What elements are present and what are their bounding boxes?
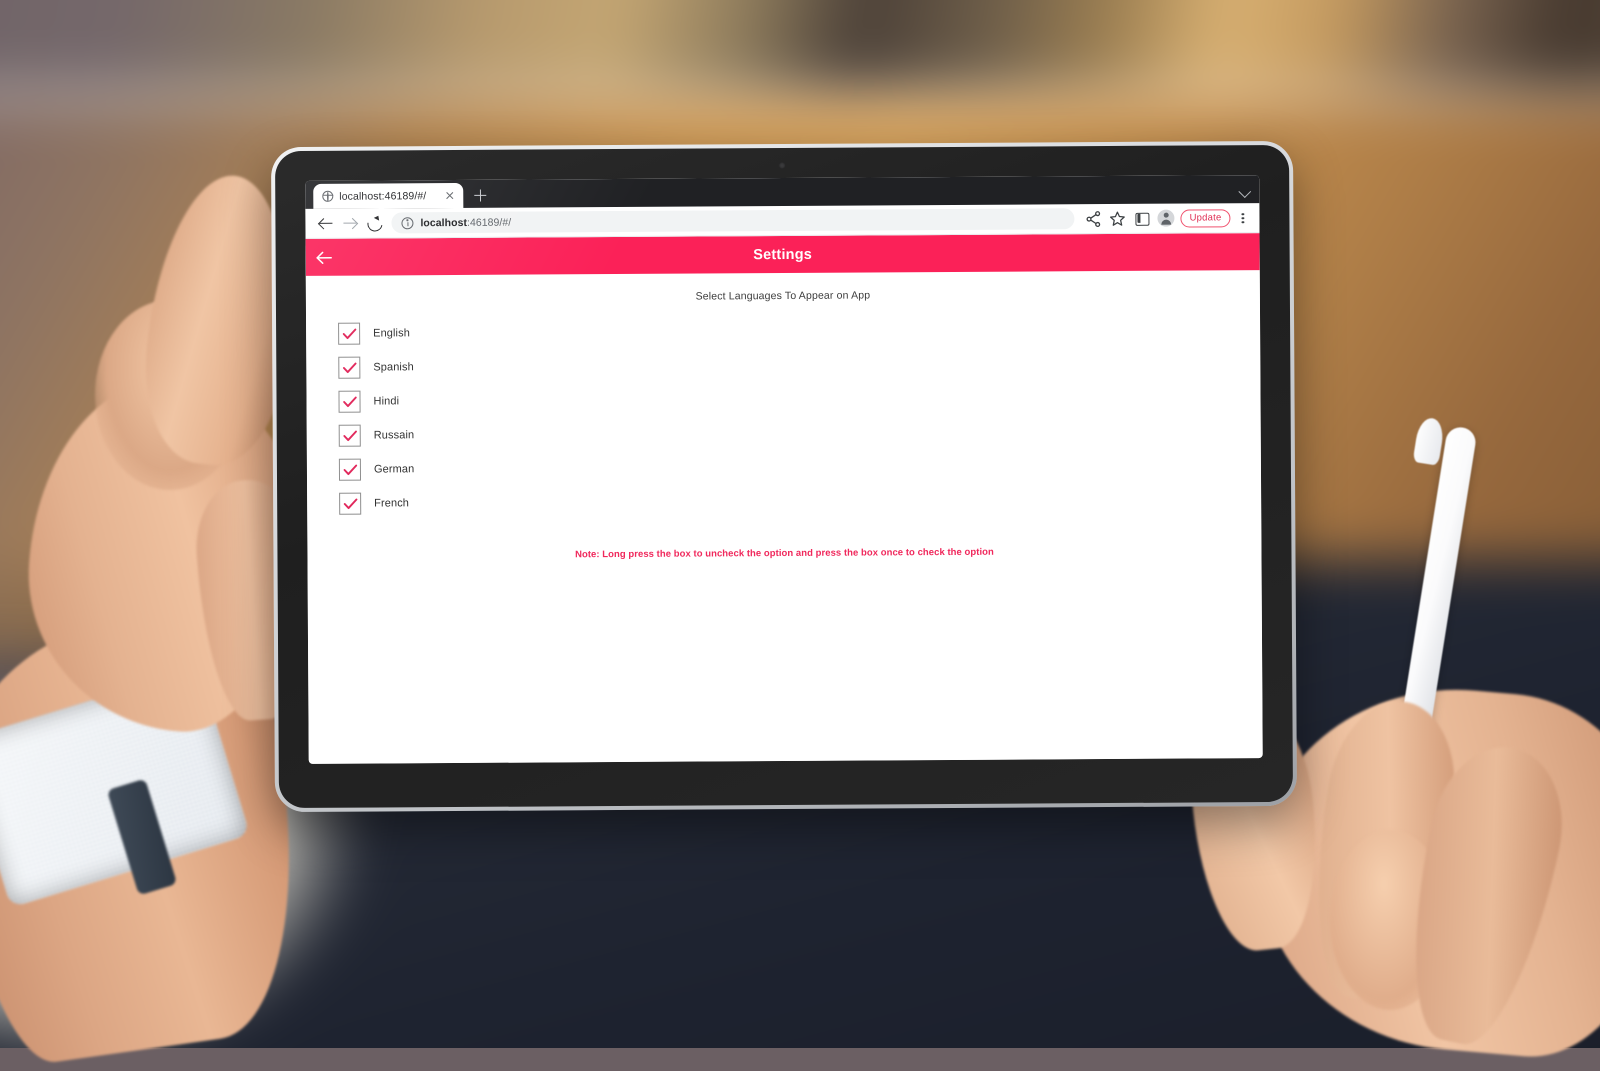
update-button[interactable]: Update — [1181, 209, 1231, 227]
close-icon[interactable] — [443, 189, 456, 202]
language-row-hindi[interactable]: Hindi — [338, 390, 399, 412]
page-title: Settings — [306, 244, 1260, 266]
side-panel-icon[interactable] — [1132, 208, 1152, 228]
web-page: Settings Select Languages To Appear on A… — [306, 233, 1263, 764]
browser-tab[interactable]: localhost:46189/#/ — [313, 183, 463, 209]
profile-avatar[interactable] — [1158, 210, 1175, 227]
language-row-english[interactable]: English — [338, 322, 410, 344]
reload-button[interactable] — [363, 213, 383, 233]
globe-icon — [322, 191, 333, 202]
language-label: German — [374, 463, 414, 475]
language-row-spanish[interactable]: Spanish — [338, 356, 414, 378]
app-header-bar: Settings — [306, 233, 1260, 276]
language-label: Russain — [374, 429, 415, 441]
tablet-camera — [779, 162, 786, 169]
settings-body: Select Languages To Appear on App Englis… — [306, 270, 1263, 764]
language-label: Spanish — [373, 361, 414, 373]
language-label: English — [373, 327, 410, 339]
settings-subtitle: Select Languages To Appear on App — [306, 287, 1260, 305]
tablet-device: localhost:46189/#/ localhost:46189/#/ — [271, 141, 1297, 812]
share-icon[interactable] — [1084, 209, 1104, 229]
forward-button[interactable] — [339, 213, 359, 233]
url-path: :46189/#/ — [467, 216, 511, 228]
checkbox-russain[interactable] — [339, 425, 361, 447]
browser-tab-strip: localhost:46189/#/ — [305, 175, 1259, 209]
url-host: localhost — [420, 216, 467, 228]
address-bar-url: localhost:46189/#/ — [420, 216, 511, 229]
language-row-russain[interactable]: Russain — [339, 424, 415, 446]
language-list: English Spanish Hindi — [306, 317, 1261, 515]
checkbox-hindi[interactable] — [338, 391, 360, 413]
info-icon[interactable] — [401, 217, 413, 229]
checkbox-german[interactable] — [339, 459, 361, 481]
checkbox-english[interactable] — [338, 323, 360, 345]
app-back-button[interactable] — [316, 239, 350, 276]
back-button[interactable] — [315, 213, 335, 233]
new-tab-button[interactable] — [468, 183, 492, 207]
tab-title: localhost:46189/#/ — [339, 190, 437, 203]
language-row-german[interactable]: German — [339, 458, 414, 480]
address-bar[interactable]: localhost:46189/#/ — [391, 208, 1074, 233]
language-label: Hindi — [373, 395, 399, 407]
language-row-french[interactable]: French — [339, 492, 409, 514]
checkbox-spanish[interactable] — [338, 357, 360, 379]
chevron-down-icon[interactable] — [1238, 185, 1251, 198]
tablet-bezel: localhost:46189/#/ localhost:46189/#/ — [275, 145, 1293, 808]
browser-window: localhost:46189/#/ localhost:46189/#/ — [305, 175, 1263, 764]
language-label: French — [374, 497, 409, 509]
star-icon[interactable] — [1108, 208, 1128, 228]
browser-menu-button[interactable] — [1234, 208, 1250, 228]
instruction-note: Note: Long press the box to uncheck the … — [307, 545, 1261, 562]
checkbox-french[interactable] — [339, 493, 361, 515]
